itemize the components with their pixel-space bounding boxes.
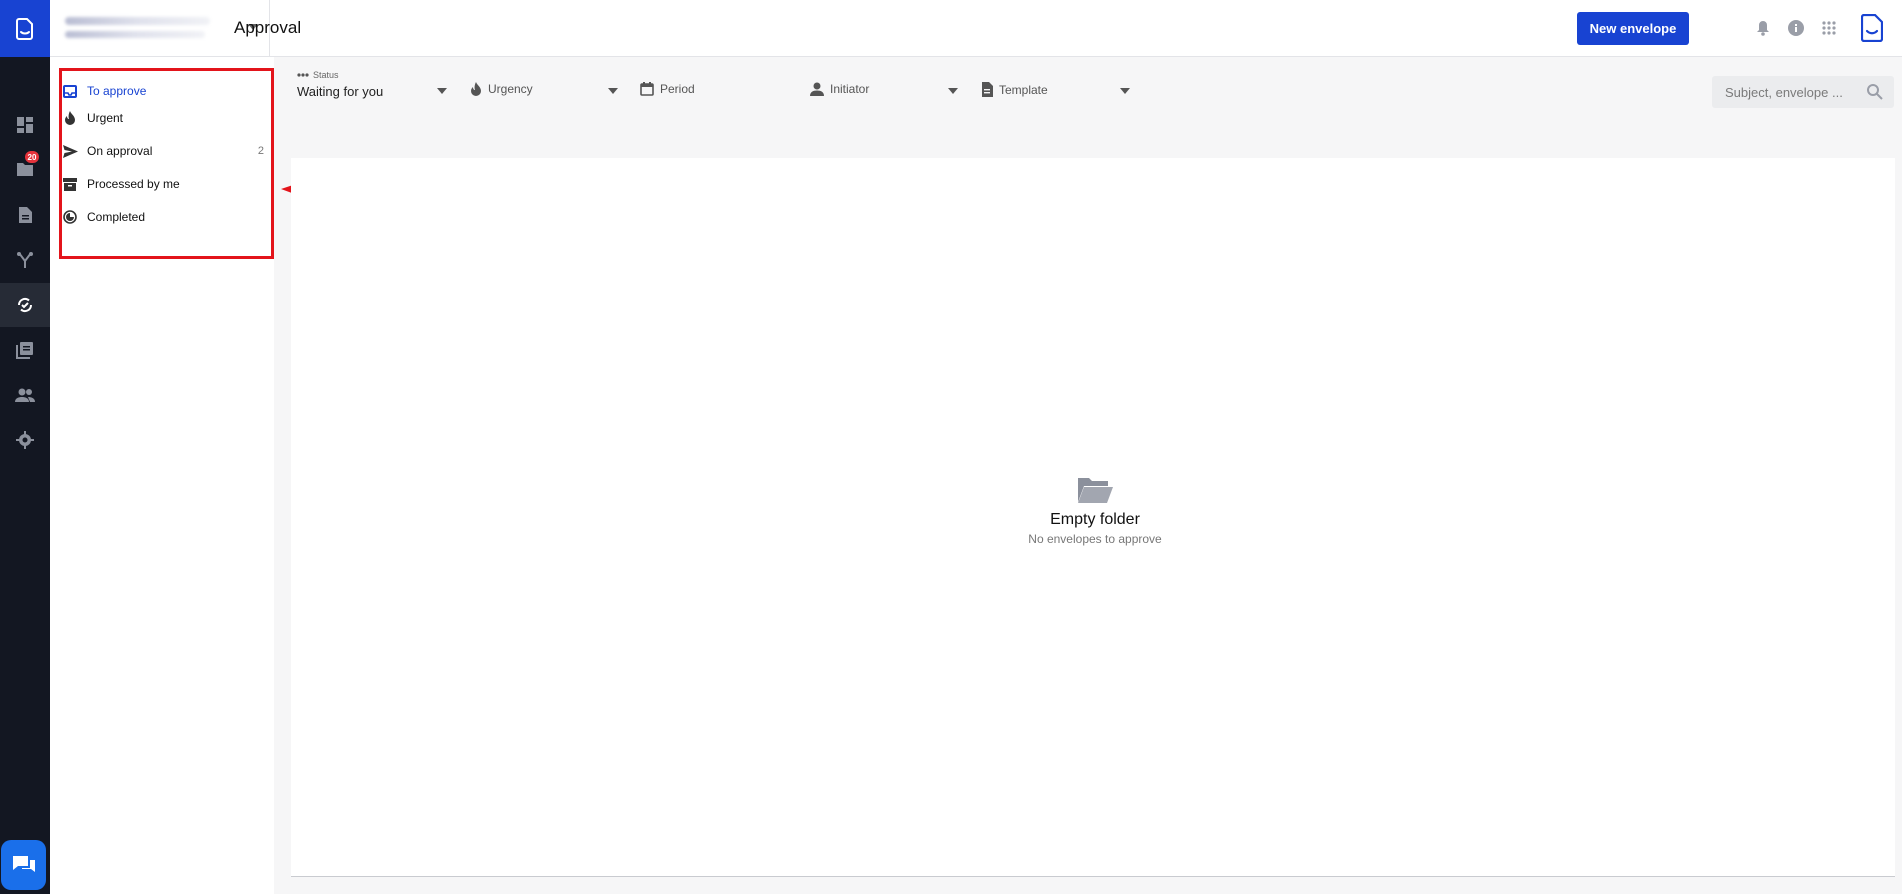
page-title: Approval [234,18,302,37]
empty-state-title: Empty folder [1050,511,1140,528]
person-icon [810,82,824,96]
rail-contacts[interactable] [0,373,50,417]
empty-state-subtitle: No envelopes to approve [1028,532,1162,546]
apps-button[interactable] [1819,18,1839,38]
status-filter[interactable]: Status Waiting for you [297,68,449,104]
search-box [1712,76,1894,108]
search-input[interactable] [1712,76,1862,108]
folder-icon [17,163,33,176]
organization-name-redacted [65,17,210,25]
user-profile-button[interactable] [1860,14,1884,42]
rail-documents[interactable] [0,193,50,237]
period-filter[interactable]: Period [640,68,790,104]
template-filter[interactable]: Template [981,68,1133,104]
rail-approval[interactable] [0,283,50,327]
new-envelope-button[interactable]: New envelope [1577,12,1689,45]
status-value: Waiting for you [297,84,384,99]
dots-icon [297,73,309,77]
urgency-filter[interactable]: Urgency [470,68,622,104]
bell-icon [1757,21,1769,36]
period-label: Period [660,82,695,96]
fork-icon [17,252,33,268]
chat-icon [12,856,35,872]
people-icon [15,388,35,402]
highlight-annotation-box [59,68,274,259]
open-folder-icon [1000,475,1190,505]
document-brand-icon [1861,14,1883,42]
info-button[interactable] [1786,18,1806,38]
app-logo[interactable] [0,0,50,57]
dashboard-icon [17,117,33,133]
rail-dashboard[interactable] [0,103,50,147]
flame-icon [471,82,481,96]
initiator-label: Initiator [830,82,870,96]
urgency-label: Urgency [488,82,533,96]
chevron-down-icon [1120,88,1130,94]
chevron-down-icon [608,88,618,94]
chevron-down-icon [948,88,958,94]
app-rail: 20 [0,0,50,894]
apps-grid-icon [1822,21,1836,35]
info-icon [1788,20,1804,36]
organization-sub-redacted [65,31,205,38]
document-logo-icon [16,17,33,40]
initiator-filter[interactable]: Initiator [810,68,962,104]
empty-state: Empty folder No envelopes to approve [1000,475,1190,546]
search-icon[interactable] [1866,83,1884,101]
notification-badge: 20 [25,151,39,163]
approval-sync-icon [17,297,33,313]
template-label: Template [999,82,1048,97]
status-caption: Status [313,70,339,80]
notifications-button[interactable] [1753,18,1773,38]
library-icon [16,342,33,359]
rail-routes[interactable] [0,238,50,282]
rail-registry[interactable] [0,328,50,372]
chat-support-button[interactable] [1,840,46,890]
chevron-down-icon [437,88,447,94]
document-icon [982,82,993,97]
rail-settings[interactable] [0,418,50,462]
settings-gear-icon [16,431,34,449]
rail-envelopes[interactable]: 20 [0,147,50,191]
calendar-icon [640,82,654,96]
document-icon [18,207,32,223]
